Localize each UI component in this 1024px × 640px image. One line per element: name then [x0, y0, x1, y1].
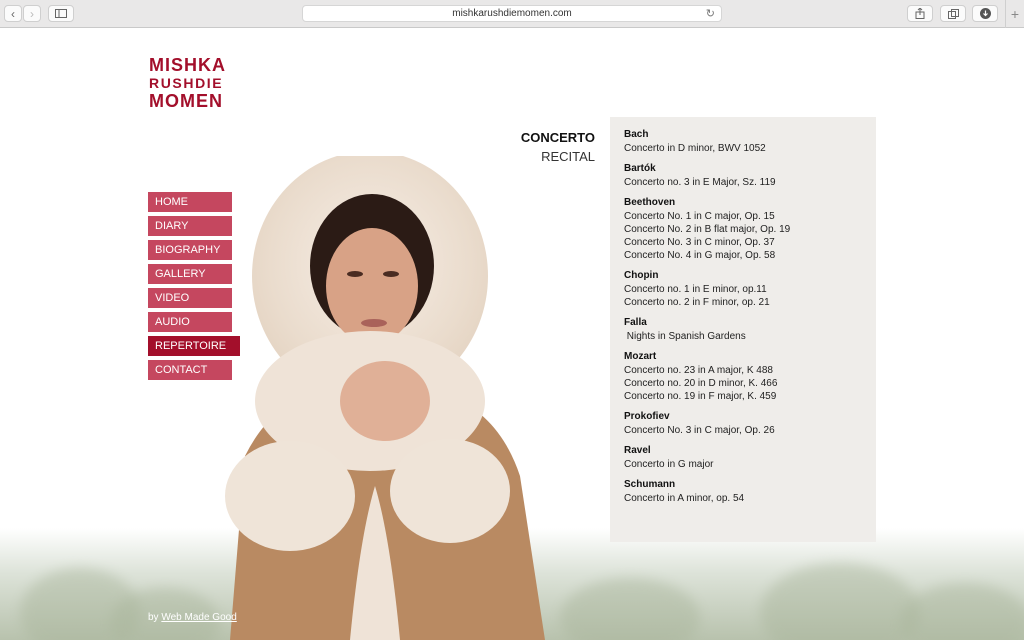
work-item: Concerto No. 3 in C minor, Op. 37 [624, 237, 775, 248]
nav-home[interactable]: HOME [148, 192, 232, 212]
footer-credit: by Web Made Good [148, 612, 237, 623]
composer-name: Beethoven [624, 197, 676, 208]
work-item: Concerto no. 23 in A major, K 488 [624, 365, 773, 376]
work-item: Concerto No. 1 in C major, Op. 15 [624, 211, 775, 222]
composer-block: Schumann Concerto in A minor, op. 54 [624, 478, 862, 505]
work-item: Concerto No. 4 in G major, Op. 58 [624, 250, 776, 261]
address-bar[interactable]: mishkarushdiemomen.com ↻ [302, 5, 722, 22]
work-item: Concerto in D minor, BWV 1052 [624, 143, 766, 154]
url-text: mishkarushdiemomen.com [452, 8, 572, 19]
work-item: Concerto No. 3 in C major, Op. 26 [624, 425, 775, 436]
page: MISHKA RUSHDIE MOMEN HOME DIARY BIOGRAPH… [0, 28, 1024, 640]
logo-line-1: MISHKA [149, 55, 226, 75]
composer-name: Schumann [624, 479, 676, 490]
browser-toolbar: ‹ › mishkarushdiemomen.com ↻ + [0, 0, 1024, 28]
composer-block: Prokofiev Concerto No. 3 in C major, Op.… [624, 410, 862, 437]
work-item: Concerto in G major [624, 459, 714, 470]
composer-block: Chopin Concerto no. 1 in E minor, op.11 … [624, 269, 862, 309]
work-item: Concerto no. 1 in E minor, op.11 [624, 284, 767, 295]
composer-block: Beethoven Concerto No. 1 in C major, Op.… [624, 196, 862, 262]
site-logo[interactable]: MISHKA RUSHDIE MOMEN [149, 56, 226, 110]
nav-repertoire[interactable]: REPERTOIRE [148, 336, 240, 356]
share-icon [915, 8, 925, 19]
back-button[interactable]: ‹ [4, 5, 22, 22]
forward-button[interactable]: › [23, 5, 41, 22]
composer-name: Falla [624, 317, 647, 328]
composer-block: Bach Concerto in D minor, BWV 1052 [624, 128, 862, 155]
chevron-right-icon: › [30, 6, 34, 21]
composer-name: Ravel [624, 445, 651, 456]
composer-block: Bartók Concerto no. 3 in E Major, Sz. 11… [624, 162, 862, 189]
mode-recital[interactable]: RECITAL [521, 147, 595, 166]
nav-contact[interactable]: CONTACT [148, 360, 232, 380]
nav-video[interactable]: VIDEO [148, 288, 232, 308]
repertoire-mode-switch: CONCERTO RECITAL [521, 128, 595, 166]
work-item: Concerto No. 2 in B flat major, Op. 19 [624, 224, 791, 235]
composer-name: Chopin [624, 270, 659, 281]
mode-concerto[interactable]: CONCERTO [521, 128, 595, 147]
new-tab-button[interactable]: + [1005, 0, 1024, 28]
main-nav: HOME DIARY BIOGRAPHY GALLERY VIDEO AUDIO… [148, 192, 240, 384]
sidebar-icon [55, 9, 67, 18]
nav-audio[interactable]: AUDIO [148, 312, 232, 332]
credit-link[interactable]: Web Made Good [161, 612, 236, 623]
nav-gallery[interactable]: GALLERY [148, 264, 232, 284]
work-item: Concerto no. 2 in F minor, op. 21 [624, 297, 770, 308]
share-button[interactable] [907, 5, 933, 22]
tabs-icon [947, 8, 959, 19]
tabs-button[interactable] [940, 5, 966, 22]
logo-line-2: RUSHDIE [149, 75, 224, 91]
chevron-left-icon: ‹ [11, 6, 15, 21]
composer-name: Prokofiev [624, 411, 670, 422]
download-icon [979, 8, 991, 19]
work-item: Concerto no. 19 in F major, K. 459 [624, 391, 777, 402]
nav-diary[interactable]: DIARY [148, 216, 232, 236]
work-item: Nights in Spanish Gardens [624, 331, 746, 342]
work-item: Concerto no. 20 in D minor, K. 466 [624, 378, 778, 389]
credit-by: by [148, 612, 159, 623]
logo-line-3: MOMEN [149, 91, 223, 111]
repertoire-panel: Bach Concerto in D minor, BWV 1052 Bartó… [610, 117, 876, 542]
downloads-button[interactable] [972, 5, 998, 22]
composer-name: Bach [624, 129, 649, 140]
plus-icon: + [1010, 6, 1020, 22]
nav-biography[interactable]: BIOGRAPHY [148, 240, 232, 260]
composer-name: Bartók [624, 163, 656, 174]
work-item: Concerto no. 3 in E Major, Sz. 119 [624, 177, 776, 188]
composer-name: Mozart [624, 351, 657, 362]
work-item: Concerto in A minor, op. 54 [624, 493, 745, 504]
sidebar-toggle-button[interactable] [48, 5, 74, 22]
reload-icon[interactable]: ↻ [706, 7, 715, 20]
composer-block: Mozart Concerto no. 23 in A major, K 488… [624, 350, 862, 403]
composer-block: Falla Nights in Spanish Gardens [624, 316, 862, 343]
pianist-photo [225, 156, 545, 640]
composer-block: Ravel Concerto in G major [624, 444, 862, 471]
